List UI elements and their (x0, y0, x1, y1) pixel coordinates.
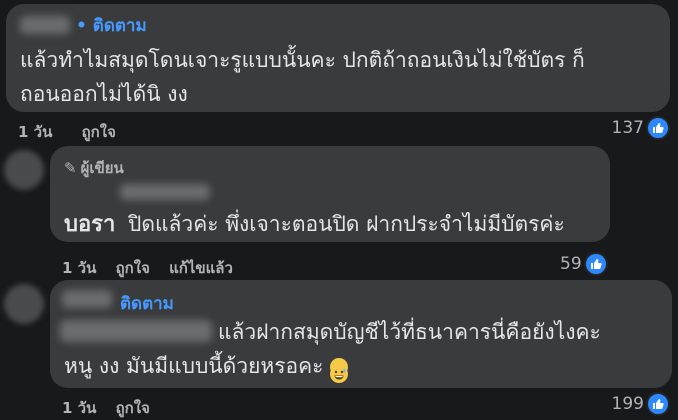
follow-link[interactable]: ติดตาม (120, 290, 174, 317)
like-count: 199 (611, 394, 644, 414)
follow-link[interactable]: • ติดตาม (76, 12, 147, 39)
pencil-icon: ✎ (64, 159, 77, 177)
reaction-count[interactable]: 137 (612, 116, 670, 140)
author-badge-label: ผู้เขียน (80, 159, 124, 177)
commenter-name-redacted (60, 320, 212, 342)
comment-meta: 1 วัน ถูกใจ (18, 120, 130, 144)
like-count: 59 (560, 254, 582, 274)
thumbs-up-icon (583, 252, 608, 276)
reaction-count[interactable]: 199 (612, 392, 670, 416)
commenter-name-redacted (62, 290, 112, 308)
edited-label[interactable]: แก้ไขแล้ว (169, 259, 233, 277)
avatar[interactable] (4, 150, 44, 190)
comment-text-line-1: แล้วฝากสมุดบัญชีไว้ที่ธนาคารนี่คือยังไงค… (218, 320, 601, 344)
comment-bubble: ติดตาม แล้วฝากสมุดบัญชีไว้ที่ธนาคารนี่คื… (50, 280, 672, 388)
comment-time[interactable]: 1 วัน (18, 123, 52, 141)
reaction-count[interactable]: 59 (560, 252, 608, 276)
comment-text-line-2: ถอนออกไม่ได้นิ งง (20, 82, 188, 106)
comment-bubble: • ติดตาม แล้วทำไมสมุดโดนเจาะรูแบบนั้นคะ … (6, 4, 670, 112)
author-badge: ✎ ผู้เขียน (64, 156, 124, 180)
like-link[interactable]: ถูกใจ (82, 123, 116, 141)
comment-text-line-2-body: หนู งง มันมีแบบนี้ด้วยหรอคะ (64, 354, 324, 378)
comment-time[interactable]: 1 วัน (62, 399, 96, 417)
commenter-name[interactable]: บอรา (64, 212, 115, 237)
like-count: 137 (611, 118, 644, 138)
comment-bubble: ✎ ผู้เขียน บอรา ปิดแล้วค่ะ พึ่งเจาะตอนปิ… (50, 146, 610, 242)
comment-time[interactable]: 1 วัน (62, 259, 96, 277)
like-link[interactable]: ถูกใจ (116, 399, 150, 417)
thumbs-up-icon (646, 116, 670, 140)
commenter-name-redacted (120, 184, 210, 200)
comment-meta: 1 วัน ถูกใจ (62, 396, 164, 420)
comment-meta: 1 วัน ถูกใจ แก้ไขแล้ว (62, 256, 247, 280)
comment-text: บอรา ปิดแล้วค่ะ พึ่งเจาะตอนปิด ฝากประจำไ… (64, 206, 565, 243)
avatar[interactable] (4, 284, 44, 324)
comment-text-line-2: หนู งง มันมีแบบนี้ด้วยหรอคะ (64, 348, 349, 384)
grinning-sweat-emoji-icon (330, 358, 349, 383)
commenter-name-redacted (20, 16, 70, 34)
thumbs-up-icon (646, 392, 670, 416)
comment-body: ปิดแล้วค่ะ พึ่งเจาะตอนปิด ฝากประจำไม่มีบ… (128, 212, 565, 236)
like-link[interactable]: ถูกใจ (116, 259, 150, 277)
comment-text-line-1: แล้วทำไมสมุดโดนเจาะรูแบบนั้นคะ ปกติถ้าถอ… (20, 48, 585, 72)
